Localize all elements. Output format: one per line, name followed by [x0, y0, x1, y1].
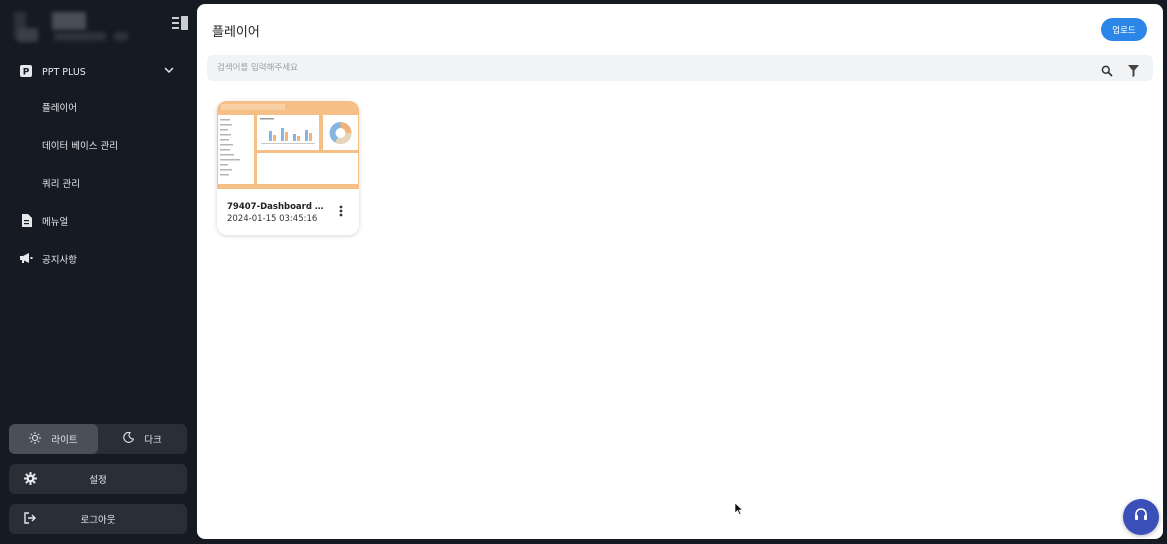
sidebar-item-label: PPT PLUS [42, 66, 86, 78]
theme-toggle: 라이트 다크 [9, 424, 187, 454]
sidebar-item-label: 쿼리 관리 [42, 179, 80, 190]
page-title: 플레이어 [212, 25, 260, 40]
sidebar: P PPT PLUS 플레이어 데이터 베이스 관리 쿼리 관리 메뉴얼 공지사… [0, 0, 197, 544]
sidebar-collapse-icon[interactable] [172, 15, 192, 33]
search-bar [207, 55, 1153, 81]
sidebar-item-notice[interactable]: 공지사항 [0, 244, 197, 274]
presentation-thumbnail [217, 101, 359, 189]
megaphone-icon [19, 251, 33, 265]
svg-text:P: P [23, 68, 30, 78]
presentation-card[interactable]: 79407-Dashboard P... 2024-01-15 03:45:16 [217, 101, 359, 235]
more-vertical-icon[interactable] [335, 203, 347, 217]
sun-icon [29, 431, 42, 447]
logout-button[interactable]: 로그아웃 [9, 504, 187, 534]
logout-label: 로그아웃 [80, 515, 116, 526]
support-button[interactable] [1123, 499, 1159, 535]
sidebar-item-query[interactable]: 쿼리 관리 [0, 168, 197, 198]
sidebar-item-label: 플레이어 [42, 103, 77, 114]
logout-icon [24, 512, 36, 527]
sidebar-item-player[interactable]: 플레이어 [0, 92, 197, 122]
mouse-cursor-icon [734, 500, 744, 519]
ppt-plus-icon: P [19, 64, 33, 78]
main-panel: 플레이어 업로드 검색어를 입력해주세요 79407-Dashboard P..… [197, 4, 1163, 539]
settings-label: 설정 [89, 475, 107, 486]
document-icon [19, 213, 33, 227]
headset-icon [1133, 507, 1149, 527]
theme-light-label: 라이트 [51, 435, 78, 446]
card-date: 2024-01-15 03:45:16 [227, 214, 318, 224]
sidebar-item-label: 공지사항 [42, 255, 77, 266]
theme-dark-button[interactable]: 다크 [98, 424, 187, 454]
card-title: 79407-Dashboard P... [227, 202, 327, 212]
brand-logo [12, 10, 132, 44]
filter-icon[interactable] [1128, 62, 1139, 81]
chevron-down-icon[interactable] [164, 66, 174, 77]
moon-icon [123, 431, 135, 446]
settings-button[interactable]: 설정 [9, 464, 187, 494]
sidebar-item-label: 데이터 베이스 관리 [42, 141, 118, 152]
search-icon[interactable] [1101, 62, 1113, 81]
sidebar-item-manual[interactable]: 메뉴얼 [0, 206, 197, 236]
sidebar-item-ppt-plus[interactable]: P PPT PLUS [0, 57, 197, 87]
gear-icon [24, 472, 37, 488]
upload-button[interactable]: 업로드 [1101, 18, 1147, 41]
sidebar-item-database[interactable]: 데이터 베이스 관리 [0, 130, 197, 160]
sidebar-item-label: 메뉴얼 [42, 217, 69, 228]
search-input[interactable] [217, 60, 1077, 76]
theme-light-button[interactable]: 라이트 [9, 424, 98, 454]
theme-dark-label: 다크 [144, 435, 162, 446]
